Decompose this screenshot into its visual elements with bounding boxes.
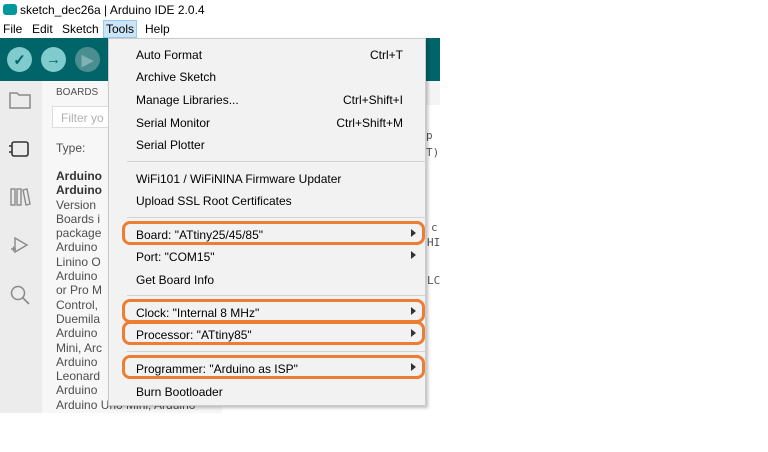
submenu-arrow-icon xyxy=(411,251,416,259)
upload-button[interactable]: → xyxy=(41,47,66,72)
editor-fragment: T) xyxy=(426,146,440,159)
menu-bar: File Edit Sketch Tools Help xyxy=(0,20,440,38)
menu-separator xyxy=(127,161,425,162)
menu-item-firmware-updater[interactable]: WiFi101 / WiFiNINA Firmware Updater xyxy=(109,168,425,190)
menu-item-get-board-info[interactable]: Get Board Info xyxy=(109,269,425,291)
menu-sketch[interactable]: Sketch xyxy=(60,22,101,36)
sketchbook-folder-icon[interactable] xyxy=(5,85,35,115)
processor-highlight-outline xyxy=(122,321,425,345)
menu-separator xyxy=(127,351,425,352)
editor-fragment: p xyxy=(426,129,433,142)
boards-manager-icon[interactable] xyxy=(5,134,35,164)
editor-fragment: LC xyxy=(427,274,441,287)
panel-header: BOARDS xyxy=(56,87,99,98)
debug-icon[interactable] xyxy=(5,230,35,260)
menu-tools[interactable]: Tools xyxy=(103,20,138,38)
menu-separator xyxy=(127,295,425,296)
menu-item-manage-libraries[interactable]: Manage Libraries... Ctrl+Shift+I xyxy=(109,89,425,111)
arduino-app-icon xyxy=(3,4,17,15)
debug-button[interactable]: ▶ xyxy=(75,47,100,72)
menu-item-port[interactable]: Port: "COM15" xyxy=(109,246,425,268)
menu-item-upload-ssl-certificates[interactable]: Upload SSL Root Certificates xyxy=(109,190,425,212)
menu-item-serial-plotter[interactable]: Serial Plotter xyxy=(109,134,425,156)
menu-edit[interactable]: Edit xyxy=(30,22,55,36)
editor-fragment: c xyxy=(431,221,438,234)
programmer-highlight-outline xyxy=(122,355,425,379)
shortcut: Ctrl+Shift+I xyxy=(342,93,403,107)
menu-item-auto-format[interactable]: Auto Format Ctrl+T xyxy=(109,44,425,66)
arrow-right-icon: → xyxy=(46,51,61,68)
clock-highlight-outline xyxy=(122,299,425,323)
menu-item-serial-monitor[interactable]: Serial Monitor Ctrl+Shift+M xyxy=(109,112,425,134)
menu-help[interactable]: Help xyxy=(143,22,172,36)
window-title: sketch_dec26a | Arduino IDE 2.0.4 xyxy=(20,3,205,17)
search-icon[interactable] xyxy=(5,280,35,310)
menu-separator xyxy=(127,217,425,218)
play-icon: ▶ xyxy=(81,51,94,69)
menu-file[interactable]: File xyxy=(1,22,24,36)
type-filter-label: Type: xyxy=(56,141,86,155)
activity-rail xyxy=(0,81,42,413)
shortcut: Ctrl+T xyxy=(370,48,403,62)
shortcut: Ctrl+Shift+M xyxy=(336,116,403,130)
editor-fragment: HI xyxy=(427,236,441,249)
menu-item-burn-bootloader[interactable]: Burn Bootloader xyxy=(109,381,425,403)
board-highlight-outline xyxy=(122,221,425,245)
verify-button[interactable]: ✓ xyxy=(7,47,32,72)
library-manager-icon[interactable] xyxy=(5,182,35,212)
title-bar: sketch_dec26a | Arduino IDE 2.0.4 xyxy=(0,0,440,20)
menu-item-archive-sketch[interactable]: Archive Sketch xyxy=(109,66,425,88)
check-icon: ✓ xyxy=(13,51,26,69)
